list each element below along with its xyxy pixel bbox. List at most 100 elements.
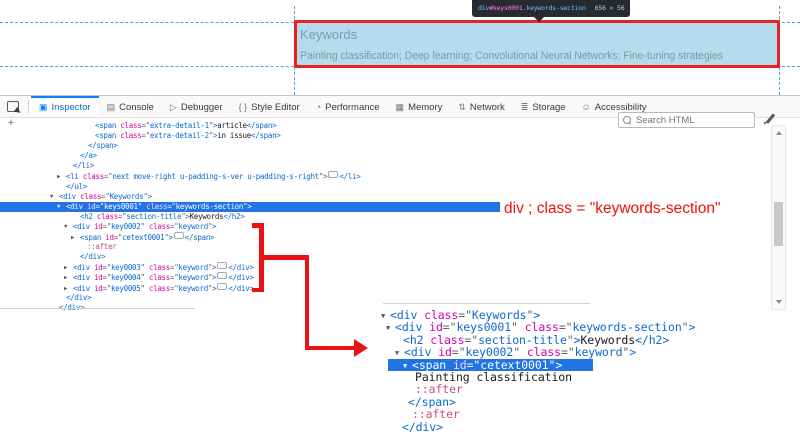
code-a: class	[120, 131, 142, 141]
tooltip-pointer	[534, 17, 544, 22]
code-t: >	[147, 191, 153, 201]
expand-arrow-icon[interactable]: ▼	[64, 222, 73, 232]
tab-inspector[interactable]: ▣ Inspector	[31, 96, 99, 117]
tab-label: Performance	[325, 102, 380, 113]
code-a: id	[94, 221, 103, 231]
code-t: </div>	[402, 419, 443, 434]
expand-arrow-icon[interactable]: ▶	[64, 273, 73, 283]
code-a: id	[87, 201, 96, 211]
annotation-arrow-head-icon	[354, 339, 368, 357]
markup-row[interactable]: </div>	[0, 252, 770, 262]
code-t: <span	[80, 233, 106, 243]
code-eq: ="	[560, 345, 575, 360]
markup-row[interactable]: </div>	[0, 293, 770, 303]
node-picker-button[interactable]	[0, 96, 26, 117]
scrollbar-up-icon[interactable]	[776, 131, 782, 135]
network-icon: ⇅	[458, 102, 466, 112]
expand-arrow-icon[interactable]: ▼	[386, 322, 395, 334]
highlighted-keywords-section: Keywords Painting classification; Deep l…	[294, 20, 780, 68]
markup-row[interactable]: ▶ <div id="key0004" class="keyword"> </div…	[0, 272, 770, 282]
annotation-bracket-cap-bottom	[252, 287, 263, 292]
tab-memory[interactable]: ▦ Memory	[388, 96, 451, 117]
code-v: extra-detail-2	[149, 131, 209, 141]
code-v: keys0001	[103, 201, 138, 211]
code-eq: ="	[102, 221, 112, 231]
code-v: Keywords	[109, 191, 144, 201]
pasted-screenshot-edge	[383, 303, 590, 304]
code-eq: "	[140, 283, 149, 293]
code-eq: ="	[95, 201, 105, 211]
tab-style-editor[interactable]: { } Style Editor	[231, 96, 308, 117]
markup-scrollbar[interactable]	[771, 125, 786, 310]
expand-arrow-icon[interactable]: ▼	[57, 202, 66, 212]
code-t: >	[688, 320, 696, 335]
markup-row[interactable]: ::after	[0, 242, 770, 252]
code-t: </h2>	[223, 211, 245, 221]
markup-row[interactable]: ▶ <div id="key0005" class="keyword"> </div…	[0, 282, 770, 293]
collapsed-ellipsis-badge[interactable]	[217, 272, 228, 280]
annotation-connector-h2	[304, 345, 357, 350]
code-t: >	[629, 345, 637, 360]
markup-row[interactable]: </div>	[381, 419, 791, 434]
tab-console[interactable]: ▤ Console	[99, 96, 162, 117]
code-a: class	[146, 201, 168, 211]
code-v: key0004	[110, 273, 141, 283]
code-v: keyword	[178, 283, 208, 293]
markup-row[interactable]: </li>	[0, 161, 770, 171]
infobar-class: .keywords-section	[522, 4, 586, 12]
keywords-heading: Keywords	[300, 27, 358, 42]
tab-label: Storage	[532, 102, 566, 113]
code-t: >	[212, 221, 217, 231]
markup-row[interactable]: </span>	[0, 141, 770, 151]
markup-row[interactable]: <span class="extra-detail-1">article</sp…	[0, 121, 770, 131]
tab-label: Style Editor	[251, 102, 300, 113]
code-a: id	[94, 263, 103, 273]
code-t: <span	[95, 131, 121, 141]
code-a: class	[82, 172, 104, 182]
markup-row[interactable]: <span class="extra-detail-2">in issue</s…	[0, 131, 770, 141]
tab-label: Memory	[408, 102, 443, 113]
collapsed-ellipsis-badge[interactable]	[217, 262, 228, 270]
code-t: </h2>	[635, 332, 670, 347]
tab-network[interactable]: ⇅ Network	[450, 96, 512, 117]
code-v: keyword	[574, 345, 623, 360]
code-v: cetext0001	[122, 233, 165, 243]
scrollbar-thumb[interactable]	[774, 202, 783, 246]
code-v: keyword	[178, 221, 208, 231]
markup-row[interactable]: ▶ <li class="next move-right u-padding-s-…	[0, 171, 770, 181]
annotation-connector-v	[304, 255, 309, 350]
memory-icon: ▦	[395, 102, 405, 112]
code-t: <span	[95, 121, 121, 130]
expand-arrow-icon[interactable]: ▼	[395, 347, 404, 359]
annotation-connector-h1	[261, 255, 309, 260]
expand-arrow-icon[interactable]: ▼	[50, 192, 59, 202]
annotation-bracket-cap-top	[252, 223, 263, 228]
performance-icon: ◔	[315, 102, 322, 112]
tab-performance[interactable]: ◔ Performance	[308, 96, 388, 117]
scrollbar-down-icon[interactable]	[776, 300, 782, 304]
markup-row[interactable]: ▶ <div id="key0003" class="keyword"> </div…	[0, 262, 770, 272]
code-t: </ul>	[66, 181, 88, 191]
markup-row[interactable]: ▶ <span id="cetext0001"> </span>	[0, 232, 770, 242]
node-picker-icon	[7, 101, 23, 116]
infobar-tag: div	[478, 4, 490, 12]
tab-label: Console	[119, 102, 154, 113]
code-eq: ="	[167, 201, 176, 211]
code-tx: in issue	[217, 131, 251, 141]
markup-row[interactable]: ▼ <div id="key0002" class="keyword">	[0, 222, 770, 232]
code-t: >	[323, 172, 328, 182]
collapsed-ellipsis-badge[interactable]	[217, 282, 228, 290]
code-t: </div>	[80, 252, 106, 262]
code-a: class	[148, 283, 170, 293]
markup-row[interactable]: </a>	[0, 151, 770, 161]
code-t: </div>	[228, 283, 254, 293]
collapsed-ellipsis-badge[interactable]	[173, 232, 184, 240]
code-t: </div>	[228, 263, 254, 273]
markup-row[interactable]: </ul>	[0, 182, 770, 192]
code-eq: "	[140, 263, 149, 273]
code-tx: article	[217, 121, 247, 130]
code-t: </span>	[184, 233, 215, 243]
tab-storage[interactable]: ≣ Storage	[513, 96, 574, 117]
tab-debugger[interactable]: ▷ Debugger	[162, 96, 231, 117]
collapsed-ellipsis-badge[interactable]	[328, 171, 339, 179]
